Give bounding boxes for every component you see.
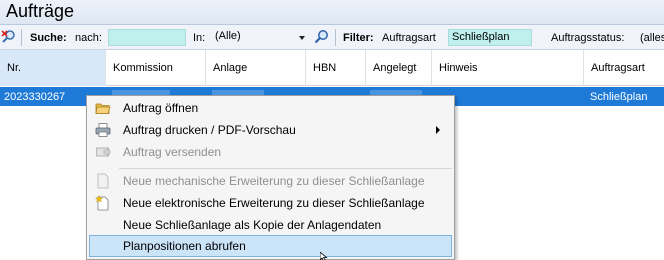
menu-item-new-mechanical-extension[interactable]: Neue mechanische Erweiterung zu dieser S… bbox=[89, 170, 452, 192]
search-in-value: (Alle) bbox=[215, 30, 241, 42]
search-in-label: In: bbox=[193, 31, 206, 44]
column-header-hinweis[interactable]: Hinweis bbox=[432, 50, 584, 86]
grid-header: Nr. Kommission Anlage HBN Angelegt Hinwe… bbox=[0, 50, 664, 86]
mouse-cursor-icon bbox=[320, 252, 328, 260]
printer-icon bbox=[95, 123, 111, 137]
order-type-value: Schließplan bbox=[452, 31, 510, 43]
toolbar-separator bbox=[335, 29, 336, 46]
window-title: Aufträge bbox=[6, 1, 75, 21]
menu-separator bbox=[119, 168, 452, 169]
open-folder-icon bbox=[95, 103, 111, 114]
menu-item-open-order[interactable]: Auftrag öffnen bbox=[89, 97, 452, 119]
menu-item-new-system-copy[interactable]: Neue Schließanlage als Kopie der Anlagen… bbox=[89, 214, 452, 236]
window-titlebar: Aufträge bbox=[0, 0, 664, 25]
cell-auftragsart: Schließplan bbox=[590, 90, 648, 103]
column-header-auftragsart[interactable]: Auftragsart bbox=[584, 50, 664, 86]
order-type-select[interactable]: Schließplan bbox=[448, 29, 532, 46]
menu-item-fetch-plan-positions[interactable]: Planpositionen abrufen bbox=[89, 235, 452, 257]
menu-item-send-order[interactable]: Auftrag versenden bbox=[89, 141, 452, 163]
order-status-select[interactable]: (alles bbox=[640, 25, 664, 50]
context-menu: Auftrag öffnen Auftrag drucken / PDF-Vor… bbox=[86, 95, 455, 260]
clear-search-icon[interactable] bbox=[1, 29, 17, 45]
menu-item-label: Auftrag öffnen bbox=[123, 101, 199, 115]
column-header-anlage[interactable]: Anlage bbox=[206, 50, 306, 86]
menu-item-label: Auftrag versenden bbox=[123, 145, 222, 159]
order-type-label: Auftragsart bbox=[382, 31, 436, 44]
search-label: Suche: bbox=[30, 31, 67, 44]
menu-item-label: Neue mechanische Erweiterung zu dieser S… bbox=[123, 174, 425, 188]
send-icon bbox=[96, 146, 111, 158]
filter-label: Filter: bbox=[343, 31, 374, 44]
search-input[interactable] bbox=[108, 29, 186, 46]
menu-item-print-order[interactable]: Auftrag drucken / PDF-Vorschau bbox=[89, 119, 452, 141]
column-header-kommission[interactable]: Kommission bbox=[106, 50, 206, 86]
search-by-label: nach: bbox=[75, 31, 102, 44]
cell-nr: 2023330267 bbox=[4, 90, 66, 103]
menu-item-label: Planpositionen abrufen bbox=[123, 239, 246, 253]
search-icon[interactable] bbox=[314, 29, 330, 45]
new-document-icon bbox=[95, 195, 109, 211]
document-icon bbox=[97, 173, 109, 189]
submenu-arrow-icon bbox=[436, 126, 440, 134]
column-header-nr[interactable]: Nr. bbox=[0, 50, 106, 86]
menu-item-label: Auftrag drucken / PDF-Vorschau bbox=[123, 123, 296, 137]
menu-item-new-electronic-extension[interactable]: Neue elektronische Erweiterung zu dieser… bbox=[89, 192, 452, 214]
chevron-down-icon bbox=[299, 36, 305, 40]
search-toolbar: Suche: nach: In: (Alle) Filter: Auftrags… bbox=[0, 25, 664, 64]
toolbar-separator bbox=[21, 29, 22, 46]
column-header-angelegt[interactable]: Angelegt bbox=[366, 50, 432, 86]
search-in-select[interactable]: (Alle) bbox=[213, 29, 309, 46]
order-status-label: Auftragsstatus: bbox=[551, 31, 625, 44]
menu-item-label: Neue elektronische Erweiterung zu dieser… bbox=[123, 196, 425, 210]
column-header-hbn[interactable]: HBN bbox=[306, 50, 366, 86]
menu-item-label: Neue Schließanlage als Kopie der Anlagen… bbox=[123, 218, 382, 232]
